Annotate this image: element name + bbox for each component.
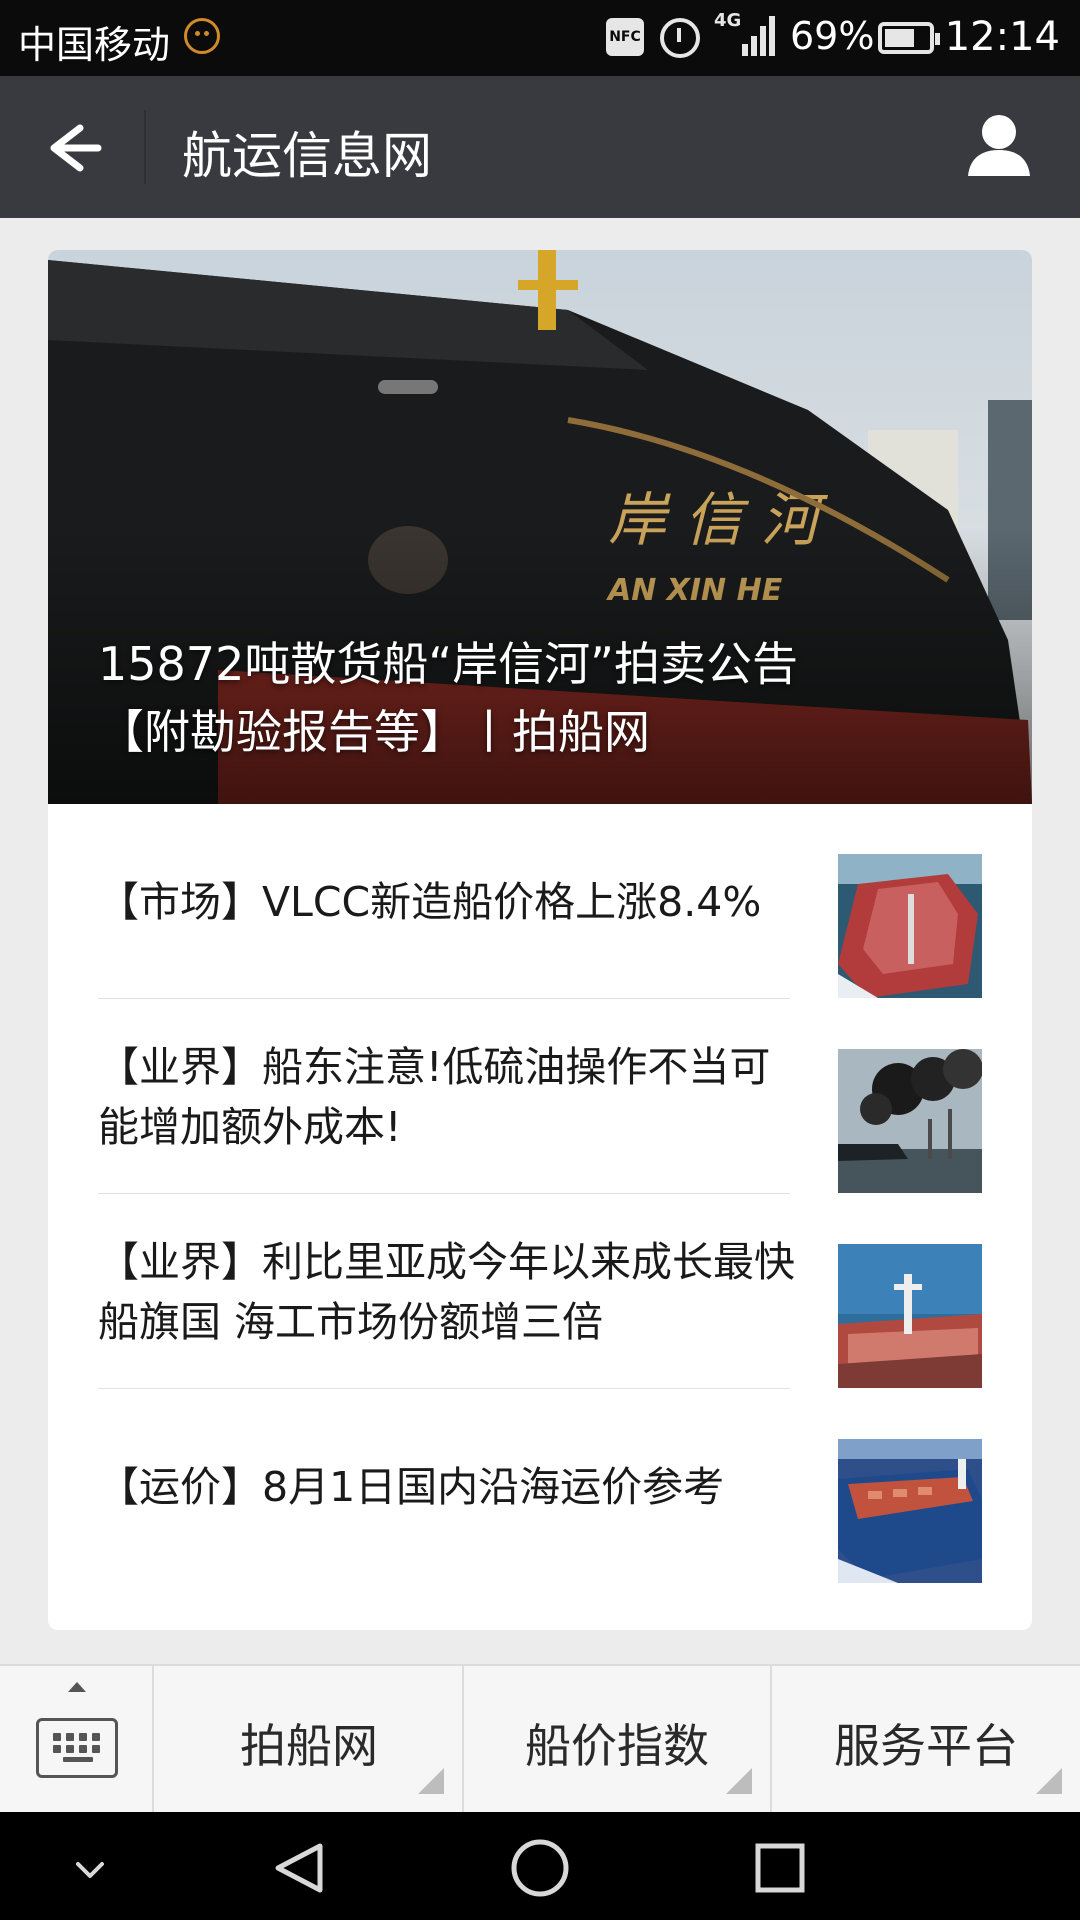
- battery-percent: 69%: [790, 14, 875, 58]
- navigation-bar: [0, 1812, 1080, 1920]
- menu-tab-ship-price-index[interactable]: 船价指数: [464, 1666, 772, 1812]
- submenu-indicator-icon: [1036, 1768, 1062, 1794]
- menu-tab-label: 拍船网: [240, 1719, 378, 1773]
- submenu-indicator-icon: [726, 1768, 752, 1794]
- hide-keyboard-icon[interactable]: [76, 1862, 104, 1878]
- submenu-indicator-icon: [418, 1768, 444, 1794]
- bulk-carrier-image: [838, 1439, 982, 1583]
- news-title: 【业界】船东注意!低硫油操作不当可能增加额外成本!: [98, 1042, 771, 1151]
- ship-deck-image: [838, 1244, 982, 1388]
- title-divider: [144, 110, 146, 184]
- network-type: 4G: [714, 10, 742, 31]
- back-triangle-icon[interactable]: [275, 1843, 323, 1893]
- alarm-icon: [660, 18, 700, 58]
- news-title: 【业界】利比里亚成今年以来成长最快船旗国 海工市场份额增三倍: [98, 1237, 795, 1346]
- news-list: 【市场】VLCC新造船价格上涨8.4% 【业界】船东注意!低硫油操作不当可能增加…: [48, 804, 1032, 1584]
- menu-tab-label: 船价指数: [525, 1719, 709, 1773]
- list-item[interactable]: 【业界】利比里亚成今年以来成长最快船旗国 海工市场份额增三倍: [48, 1194, 1032, 1389]
- news-title: 【运价】8月1日国内沿海运价参考: [98, 1462, 725, 1511]
- recent-apps-square-icon[interactable]: [755, 1843, 805, 1893]
- home-circle-icon[interactable]: [511, 1839, 569, 1897]
- nfc-icon: NFC: [606, 18, 644, 56]
- page-title: 航运信息网: [182, 127, 432, 185]
- chevron-up-icon: [68, 1682, 86, 1692]
- emoji-notification-icon: [184, 18, 220, 54]
- keyboard-icon: [36, 1718, 118, 1778]
- menu-tab-service-platform[interactable]: 服务平台: [772, 1666, 1080, 1812]
- hero-title: 15872吨散货船“岸信河”拍卖公告【附勘验报告等】丨拍船网: [98, 637, 798, 759]
- title-bar: 航运信息网: [0, 76, 1080, 218]
- menu-tab-paichuan[interactable]: 拍船网: [156, 1666, 464, 1812]
- back-arrow-icon[interactable]: [40, 116, 104, 180]
- profile-icon[interactable]: [966, 112, 1032, 180]
- keyboard-toggle-button[interactable]: [0, 1666, 154, 1812]
- bottom-menu: 拍船网 船价指数 服务平台: [0, 1664, 1080, 1812]
- clock: 12:14: [944, 14, 1060, 60]
- list-item[interactable]: 【业界】船东注意!低硫油操作不当可能增加额外成本!: [48, 999, 1032, 1194]
- news-title: 【市场】VLCC新造船价格上涨8.4%: [98, 877, 762, 926]
- tanker-ship-image: [838, 854, 982, 998]
- battery-icon: [878, 22, 940, 54]
- smoke-ship-image: [838, 1049, 982, 1193]
- menu-tab-label: 服务平台: [834, 1719, 1018, 1773]
- list-item[interactable]: 【运价】8月1日国内沿海运价参考: [48, 1389, 1032, 1584]
- signal-icon: [742, 16, 776, 56]
- list-item[interactable]: 【市场】VLCC新造船价格上涨8.4%: [48, 804, 1032, 999]
- article-card: 岸 信 河 AN XIN HE 15872吨散货船“岸信河”拍卖公告【附勘验报告…: [48, 250, 1032, 1630]
- status-bar: 中国移动 NFC 4G 69% 12:14: [0, 0, 1080, 76]
- hero-article[interactable]: 岸 信 河 AN XIN HE 15872吨散货船“岸信河”拍卖公告【附勘验报告…: [48, 250, 1032, 804]
- carrier-name: 中国移动: [18, 23, 171, 67]
